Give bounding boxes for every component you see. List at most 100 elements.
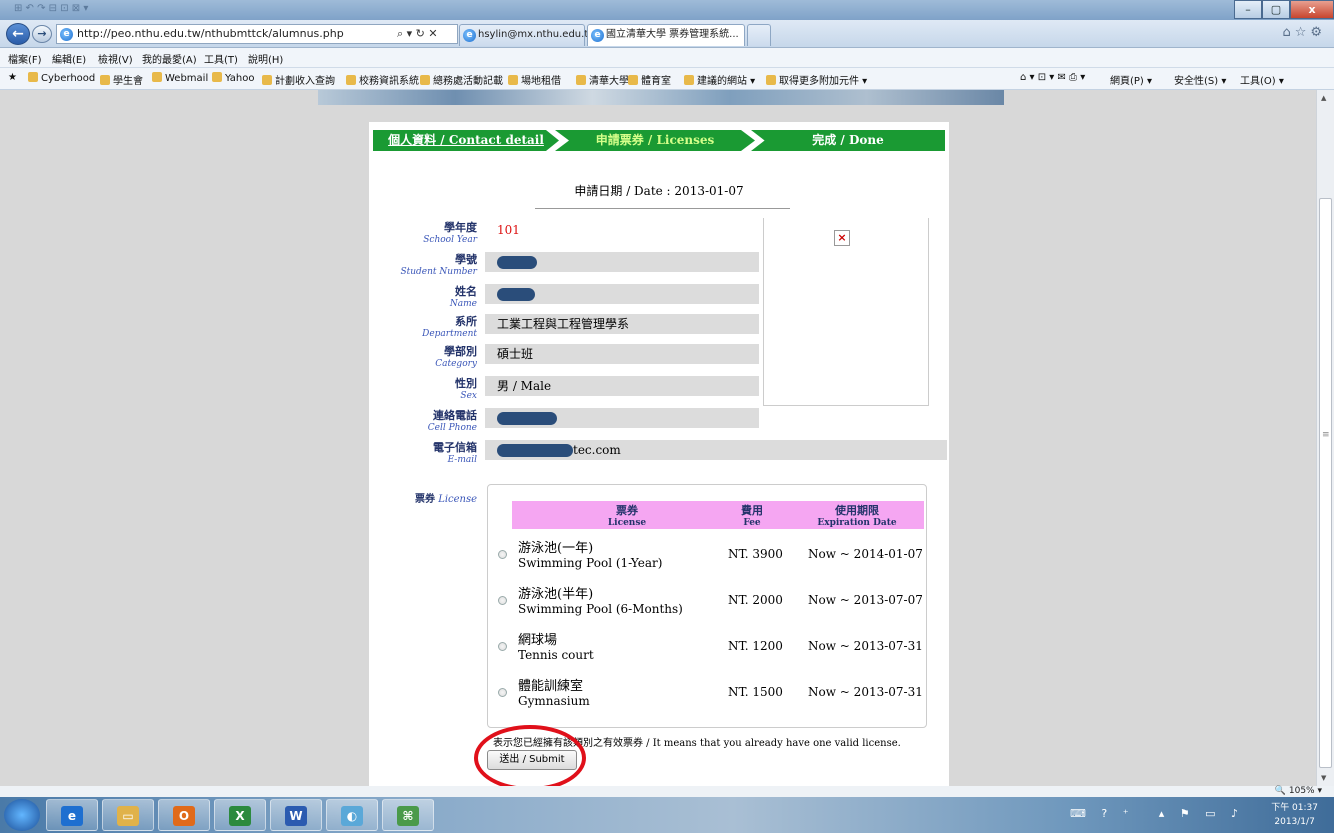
home-favorites-settings-icons[interactable]: ⌂☆⚙ [1282,25,1326,40]
keyboard-help-tray-icons[interactable]: ⌨ ? ⁺ [1070,807,1135,820]
scroll-down-arrow-icon[interactable]: ▼ [1321,774,1326,782]
fav-link[interactable]: 取得更多附加元件 ▾ [766,72,867,87]
fav-label: 體育室 [641,76,671,87]
taskbar-messenger[interactable]: ◐ [326,799,378,831]
forward-button[interactable]: → [32,25,52,43]
word-icon: W [285,806,307,826]
step-licenses: 申請票券 / Licenses [555,130,755,151]
photo-frame: × [763,218,929,406]
cmd-page[interactable]: 網頁(P) ▾ [1110,72,1152,87]
category-value: 碩士班 [485,344,759,364]
favorites-star-icon[interactable]: ★ [8,72,17,83]
taskbar-ie[interactable]: e [46,799,98,831]
header-zh: 使用期限 [835,504,879,517]
ie-page-icon: e [60,28,73,41]
header-en: Expiration Date [817,518,897,528]
address-bar[interactable]: e http://peo.nthu.edu.tw/nthubmttck/alum… [56,24,458,44]
command-bar-icons[interactable]: ⌂ ▾ ⊡ ▾ ✉ ⎙ ▾ [1020,72,1085,83]
label-en: Name [449,299,477,309]
license-expiration: Now ~ 2014-01-07 [808,547,923,561]
maximize-button[interactable]: ▢ [1262,0,1290,19]
system-tray-icons[interactable]: ▴ ⚑ ▭ ♪ [1159,807,1244,820]
license-radio[interactable] [498,688,507,697]
menu-view[interactable]: 檢視(V) [98,51,133,66]
fav-link[interactable]: 校務資訊系統 [346,72,419,87]
license-label: 票券 License [415,490,477,505]
name-label: 姓名 Name [369,283,477,309]
department-value: 工業工程與工程管理學系 [485,314,759,334]
fav-link[interactable]: 場地租借 [508,72,561,87]
back-button[interactable]: ← [6,23,30,45]
clock[interactable]: 下午 01:37 2013/1/7 [1271,801,1318,829]
folder-icon: ▭ [117,806,139,826]
fav-link[interactable]: 總務處活動記載 [420,72,503,87]
new-tab-button[interactable] [747,24,771,46]
fav-label: 清華大學 [589,76,629,87]
fav-link[interactable]: Yahoo [212,72,254,84]
license-name: 游泳池(半年) Swimming Pool (6-Months) [518,583,683,616]
sex-value: 男 / Male [485,376,759,396]
license-name-zh: 體能訓練室 [518,679,584,694]
label-zh: 性別 [455,377,477,390]
tab-mail[interactable]: e hsylin@mx.nthu.edu.tw [459,24,596,46]
license-fee: NT. 3900 [728,547,783,561]
menu-help[interactable]: 說明(H) [248,51,283,66]
fav-link[interactable]: 學生會 [100,72,143,87]
license-fee: NT. 1500 [728,685,783,699]
license-radio[interactable] [498,642,507,651]
license-name-en: Gymnasium [518,694,590,708]
ie-icon: e [61,806,83,826]
fav-link[interactable]: 體育室 [628,72,671,87]
close-window-button[interactable]: x [1290,0,1334,19]
fav-link[interactable]: Webmail [152,72,208,84]
license-radio[interactable] [498,550,507,559]
fav-link[interactable]: 清華大學 [576,72,629,87]
fav-link[interactable]: Cyberhood [28,72,95,84]
taskbar-outlook[interactable]: O [158,799,210,831]
taskbar-word[interactable]: W [270,799,322,831]
header-license: 票券 License [512,502,742,528]
cmd-safety[interactable]: 安全性(S) ▾ [1174,72,1226,87]
header-en: Fee [743,518,761,528]
license-expiration: Now ~ 2013-07-31 [808,685,923,699]
label-en: Category [435,359,477,369]
network-icon: ⌘ [397,806,419,826]
fav-link[interactable]: 建議的網站 ▾ [684,72,755,87]
vertical-scrollbar[interactable]: ▲ ≡ ▼ [1316,90,1334,786]
menu-favorites[interactable]: 我的最愛(A) [142,51,197,66]
ie-tab-icon: e [463,29,476,42]
scroll-up-arrow-icon[interactable]: ▲ [1321,94,1326,102]
menu-tools[interactable]: 工具(T) [204,51,238,66]
address-tools[interactable]: ⌕ ▾ ↻ ✕ [397,25,438,43]
license-radio[interactable] [498,596,507,605]
redacted-mark [497,412,557,425]
taskbar-explorer[interactable]: ▭ [102,799,154,831]
taskbar-network[interactable]: ⌘ [382,799,434,831]
minimize-button[interactable]: – [1234,0,1262,19]
school-year-label: 學年度 School Year [369,219,477,245]
menu-edit[interactable]: 編輯(E) [52,51,86,66]
header-en: License [607,518,647,528]
label-en: Cell Phone [427,423,477,433]
fav-label: 校務資訊系統 [359,76,419,87]
license-fee: NT. 1200 [728,639,783,653]
title-bar: ⊞ ↶ ↷ ⊟ ⊡ ⊠ ▾ – ▢ x [0,0,1334,20]
tab-ticket-system[interactable]: e 國立清華大學 票券管理系統... × [587,24,745,60]
fav-label: 總務處活動記載 [433,76,503,87]
scrollbar-thumb[interactable] [1319,198,1332,768]
taskbar-excel[interactable]: X [214,799,266,831]
fav-link[interactable]: 計劃收入查詢 [262,72,335,87]
menu-file[interactable]: 檔案(F) [8,51,42,66]
zoom-level[interactable]: 🔍 105% ▾ [1275,786,1322,796]
favorites-bar: ★ Cyberhood 學生會 Webmail Yahoo 計劃收入查詢 校務資… [0,68,1334,90]
taskbar: e ▭ O X W ◐ ⌘ ⌨ ? ⁺ ▴ ⚑ ▭ ♪ 下午 01:37 201… [0,797,1334,833]
scroll-grip-icon: ≡ [1322,430,1330,440]
cmd-tools[interactable]: 工具(O) ▾ [1240,72,1284,87]
start-button[interactable] [4,799,40,831]
step-contact-detail[interactable]: 個人資料 / Contact detail [373,130,559,151]
quick-access-icons: ⊞ ↶ ↷ ⊟ ⊡ ⊠ ▾ [14,3,89,14]
menu-bar: 檔案(F) 編輯(E) 檢視(V) 我的最愛(A) 工具(T) 說明(H) [0,48,1334,68]
status-bar: 🔍 105% ▾ [0,786,1334,797]
license-name-en: Swimming Pool (1-Year) [518,556,663,570]
apply-date: 申請日期 / Date : 2013-01-07 [574,184,744,198]
